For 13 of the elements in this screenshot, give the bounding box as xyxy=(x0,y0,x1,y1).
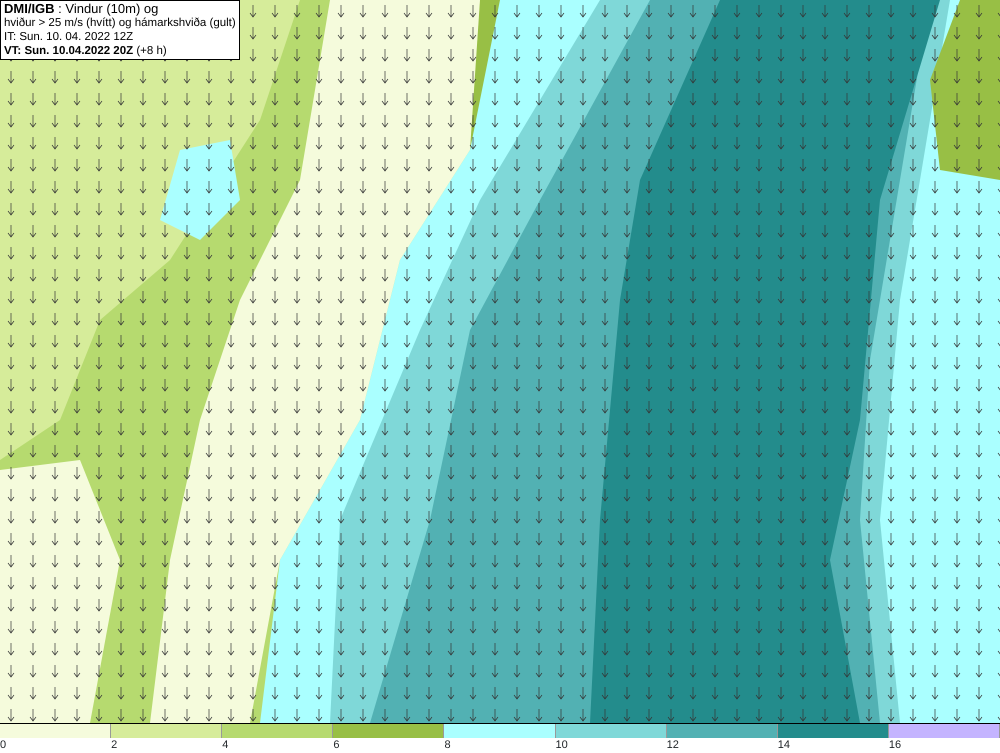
header-line: VT: Sun. 10.04.2022 20Z (+8 h) xyxy=(4,44,168,58)
legend-label: 10 xyxy=(556,739,568,751)
header-line: IT: Sun. 10. 04. 2022 12Z xyxy=(4,30,134,44)
legend-label: 2 xyxy=(111,739,118,751)
legend-label: 14 xyxy=(778,739,790,751)
legend-label: 12 xyxy=(666,739,679,751)
legend-label: 16 xyxy=(888,739,902,751)
header-line: DMI/IGB : Vindur (10m) og xyxy=(4,2,160,16)
legend-label: 4 xyxy=(222,739,228,751)
legend-label: 8 xyxy=(444,739,451,751)
legend-label: 0 xyxy=(0,739,6,751)
legend-label: 6 xyxy=(333,739,340,751)
header-line: hviður > 25 m/s (hvítt) og hámarkshviða (gult) xyxy=(4,16,236,30)
